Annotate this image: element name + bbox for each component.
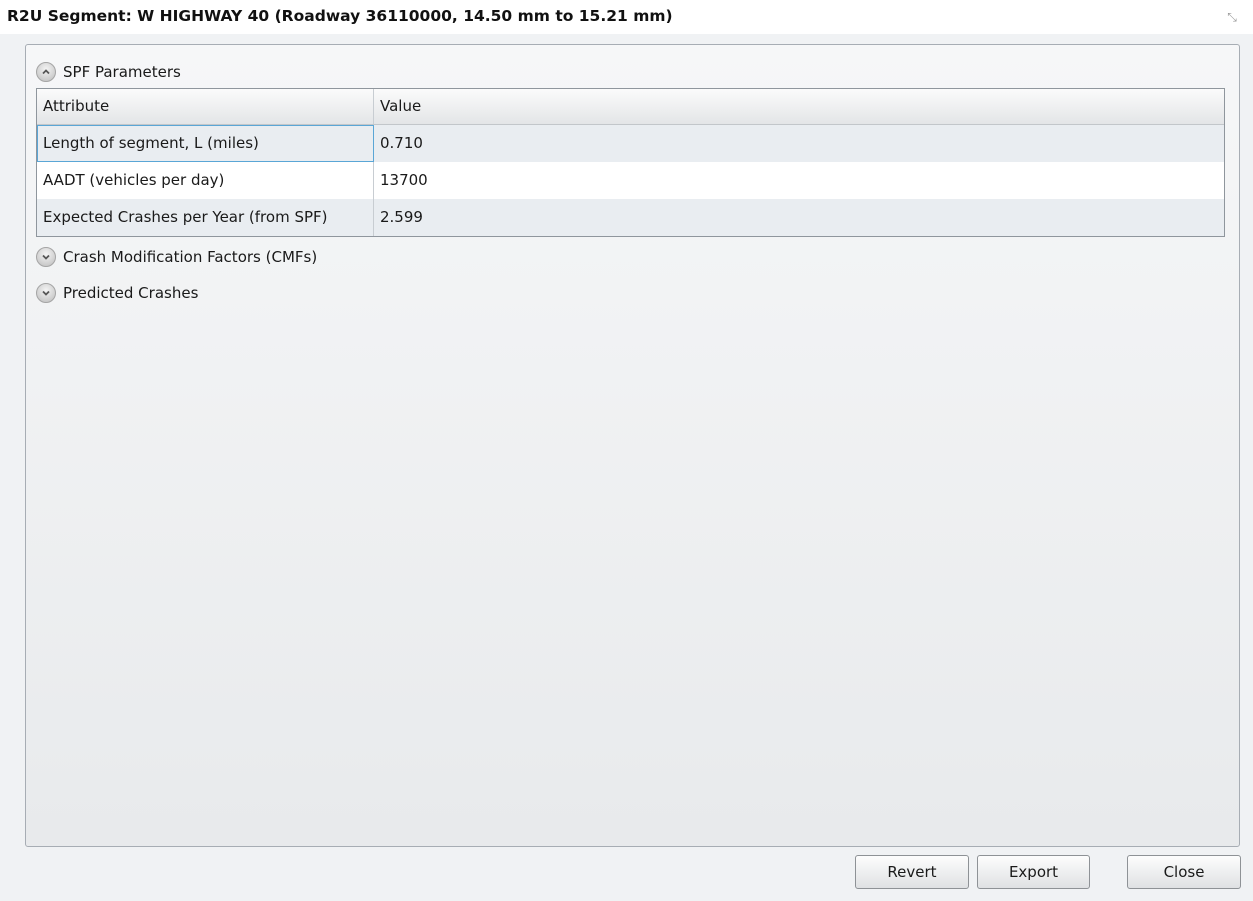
chevron-down-icon[interactable] — [36, 247, 56, 267]
revert-button[interactable]: Revert — [855, 855, 969, 889]
close-button[interactable]: Close — [1127, 855, 1241, 889]
column-header-value[interactable]: Value — [374, 89, 1224, 124]
attribute-cell[interactable]: Expected Crashes per Year (from SPF) — [37, 199, 374, 236]
segment-dialog: R2U Segment: W HIGHWAY 40 (Roadway 36110… — [0, 0, 1253, 901]
close-window-icon[interactable]: ⤡ — [1225, 10, 1239, 24]
content-panel: SPF Parameters Attribute Value Length of… — [25, 44, 1240, 847]
attribute-cell[interactable]: Length of segment, L (miles) — [37, 125, 374, 162]
section-predicted-crashes[interactable]: Predicted Crashes — [36, 281, 198, 305]
title-bar: R2U Segment: W HIGHWAY 40 (Roadway 36110… — [0, 0, 1253, 34]
spf-parameters-grid: Attribute Value Length of segment, L (mi… — [36, 88, 1225, 237]
section-cmf-label: Crash Modification Factors (CMFs) — [63, 248, 318, 266]
section-crash-modification-factors[interactable]: Crash Modification Factors (CMFs) — [36, 245, 317, 269]
table-row[interactable]: AADT (vehicles per day) 13700 — [37, 162, 1224, 199]
attribute-cell[interactable]: AADT (vehicles per day) — [37, 162, 374, 199]
table-row[interactable]: Expected Crashes per Year (from SPF) 2.5… — [37, 199, 1224, 236]
grid-header: Attribute Value — [37, 89, 1224, 125]
chevron-down-icon[interactable] — [36, 283, 56, 303]
table-row[interactable]: Length of segment, L (miles) 0.710 — [37, 125, 1224, 162]
export-button[interactable]: Export — [977, 855, 1090, 889]
value-cell[interactable]: 2.599 — [374, 199, 1224, 236]
value-cell[interactable]: 13700 — [374, 162, 1224, 199]
chevron-up-icon[interactable] — [36, 62, 56, 82]
window-title: R2U Segment: W HIGHWAY 40 (Roadway 36110… — [7, 7, 673, 25]
section-spf-parameters[interactable]: SPF Parameters — [36, 60, 181, 84]
value-cell[interactable]: 0.710 — [374, 125, 1224, 162]
section-spf-label: SPF Parameters — [63, 63, 181, 81]
column-header-attribute[interactable]: Attribute — [37, 89, 374, 124]
section-predicted-label: Predicted Crashes — [63, 284, 199, 302]
